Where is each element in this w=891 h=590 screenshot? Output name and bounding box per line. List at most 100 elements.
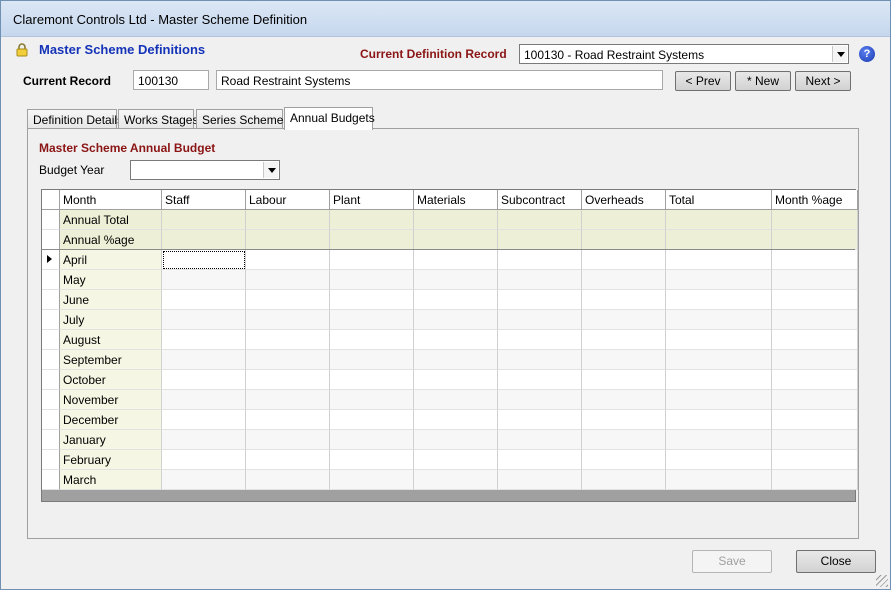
tab-series-schemes[interactable]: Series Schemes (196, 109, 289, 129)
column-header[interactable]: Overheads (582, 190, 666, 210)
record-name-field[interactable]: Road Restraint Systems (216, 70, 663, 90)
column-header[interactable]: Subcontract (498, 190, 582, 210)
row-selector[interactable] (42, 310, 60, 330)
budget-cell[interactable] (666, 370, 772, 390)
budget-cell[interactable] (498, 470, 582, 490)
save-button[interactable]: Save (692, 550, 772, 573)
budget-cell[interactable] (414, 450, 498, 470)
budget-cell[interactable] (582, 390, 666, 410)
budget-cell[interactable] (582, 330, 666, 350)
budget-cell[interactable] (162, 470, 246, 490)
chevron-down-icon[interactable] (263, 162, 278, 178)
budget-cell[interactable] (330, 250, 414, 270)
budget-cell[interactable] (246, 450, 330, 470)
budget-cell[interactable] (246, 390, 330, 410)
budget-cell[interactable] (772, 350, 858, 370)
budget-cell[interactable] (246, 410, 330, 430)
budget-cell[interactable] (666, 250, 772, 270)
tab-works-stages[interactable]: Works Stages (118, 109, 198, 129)
budget-cell[interactable] (330, 350, 414, 370)
tab-definition-details[interactable]: Definition Details (27, 109, 123, 129)
budget-cell[interactable] (666, 290, 772, 310)
prev-button[interactable]: < Prev (675, 71, 731, 91)
budget-cell[interactable] (246, 470, 330, 490)
budget-year-select[interactable] (130, 160, 280, 180)
budget-cell[interactable] (414, 470, 498, 490)
budget-cell[interactable] (772, 290, 858, 310)
budget-cell[interactable] (330, 390, 414, 410)
column-header[interactable]: Month (60, 190, 162, 210)
budget-cell[interactable] (582, 250, 666, 270)
budget-cell[interactable] (666, 470, 772, 490)
budget-cell[interactable] (582, 450, 666, 470)
budget-cell[interactable] (162, 410, 246, 430)
budget-cell[interactable] (582, 410, 666, 430)
budget-cell[interactable] (582, 290, 666, 310)
resize-grip[interactable] (876, 575, 888, 587)
budget-cell[interactable] (162, 270, 246, 290)
annual-budget-grid[interactable]: Month Staff Labour Plant Materials Subcontrac… (41, 189, 858, 502)
current-definition-select[interactable]: 100130 - Road Restraint Systems (519, 44, 849, 64)
budget-cell[interactable] (162, 330, 246, 350)
budget-cell[interactable] (772, 370, 858, 390)
budget-cell[interactable] (666, 330, 772, 350)
budget-cell[interactable] (162, 290, 246, 310)
budget-cell[interactable] (330, 310, 414, 330)
budget-cell[interactable] (330, 450, 414, 470)
budget-cell[interactable] (772, 330, 858, 350)
budget-cell[interactable] (498, 350, 582, 370)
budget-cell[interactable] (330, 370, 414, 390)
budget-cell[interactable] (414, 390, 498, 410)
row-selector[interactable] (42, 210, 60, 230)
budget-cell[interactable] (414, 410, 498, 430)
budget-cell[interactable] (582, 270, 666, 290)
budget-cell[interactable] (414, 310, 498, 330)
budget-cell[interactable] (330, 430, 414, 450)
chevron-down-icon[interactable] (832, 46, 847, 62)
budget-cell[interactable] (498, 290, 582, 310)
budget-cell[interactable] (414, 290, 498, 310)
budget-cell[interactable] (330, 470, 414, 490)
budget-cell[interactable] (772, 390, 858, 410)
budget-cell[interactable] (246, 310, 330, 330)
budget-cell[interactable] (772, 310, 858, 330)
budget-cell[interactable] (582, 350, 666, 370)
row-selector[interactable] (42, 250, 60, 270)
budget-cell[interactable] (246, 350, 330, 370)
budget-cell[interactable] (414, 250, 498, 270)
budget-cell[interactable] (666, 310, 772, 330)
budget-cell[interactable] (246, 270, 330, 290)
budget-cell[interactable] (246, 430, 330, 450)
budget-cell[interactable] (498, 310, 582, 330)
close-button[interactable]: Close (796, 550, 876, 573)
budget-cell[interactable] (330, 290, 414, 310)
budget-cell[interactable] (498, 430, 582, 450)
budget-cell[interactable] (162, 310, 246, 330)
row-selector[interactable] (42, 270, 60, 290)
budget-cell[interactable] (498, 250, 582, 270)
budget-cell[interactable] (772, 470, 858, 490)
budget-cell[interactable] (772, 250, 858, 270)
row-selector[interactable] (42, 430, 60, 450)
budget-cell[interactable] (666, 430, 772, 450)
budget-cell[interactable] (162, 450, 246, 470)
budget-cell[interactable] (414, 370, 498, 390)
column-header[interactable]: Labour (246, 190, 330, 210)
column-header[interactable]: Total (666, 190, 772, 210)
budget-cell[interactable] (330, 330, 414, 350)
tab-annual-budgets[interactable]: Annual Budgets (284, 107, 375, 130)
budget-cell[interactable] (666, 270, 772, 290)
row-selector[interactable] (42, 230, 60, 250)
budget-cell[interactable] (582, 470, 666, 490)
budget-cell[interactable] (498, 370, 582, 390)
budget-cell[interactable] (772, 430, 858, 450)
budget-cell[interactable] (246, 370, 330, 390)
row-selector[interactable] (42, 470, 60, 490)
row-selector[interactable] (42, 410, 60, 430)
new-button[interactable]: * New (735, 71, 791, 91)
budget-cell[interactable] (772, 410, 858, 430)
budget-cell[interactable] (582, 430, 666, 450)
budget-cell[interactable] (162, 430, 246, 450)
next-button[interactable]: Next > (795, 71, 851, 91)
row-selector[interactable] (42, 350, 60, 370)
